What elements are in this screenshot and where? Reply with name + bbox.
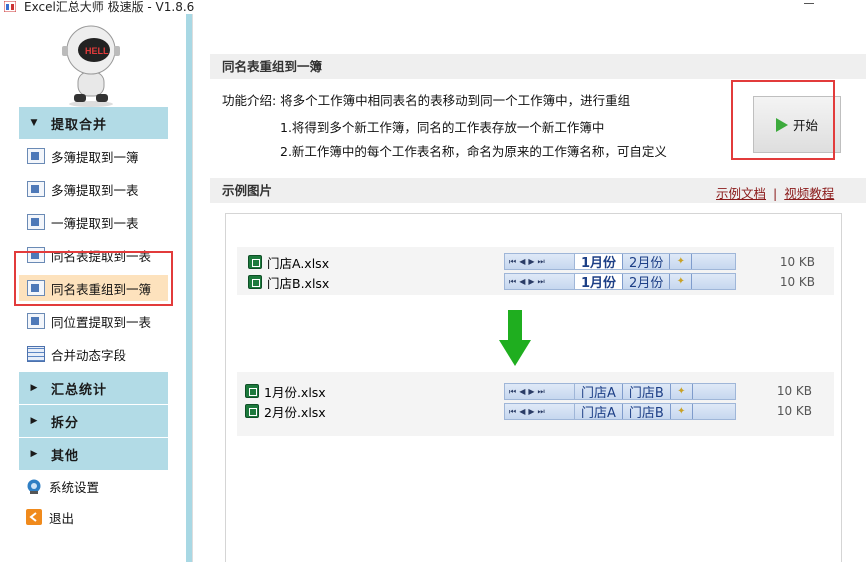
file-size: 10 KB xyxy=(779,275,815,289)
highlight-frame-start xyxy=(731,80,835,160)
sheet-nav-arrows-icon: ⏮◀▶⏭ xyxy=(505,274,575,289)
section-extract-merge[interactable]: ▼ 提取合并 xyxy=(19,107,168,139)
sheet-tabs-bar: ⏮◀▶⏭ 门店A 门店B ✦ xyxy=(504,403,736,421)
triangle-down-icon: ▼ xyxy=(30,118,38,128)
sheet-nav-arrows-icon: ⏮◀▶⏭ xyxy=(505,404,575,419)
new-sheet-icon: ✦ xyxy=(670,254,693,269)
triangle-right-icon: ▶ xyxy=(30,416,38,426)
workbook-icon xyxy=(27,313,45,329)
minimize-button[interactable] xyxy=(804,3,814,4)
file-size: 10 KB xyxy=(776,404,812,418)
app-window: Excel汇总大师 极速版 - V1.8.6 HELL ▼ 提取合并 多簿提取到… xyxy=(0,0,866,562)
triangle-right-icon: ▶ xyxy=(30,449,38,459)
sidebar-item-one-book-to-sheet[interactable]: 一簿提取到一表 xyxy=(19,209,168,235)
feature-title: 同名表重组到一簿 xyxy=(210,54,866,79)
sheet-tab: 2月份 xyxy=(623,254,671,271)
robot-mascot-logo: HELL xyxy=(62,25,120,107)
example-doc-link[interactable]: 示例文档 xyxy=(716,186,766,201)
excel-file-icon xyxy=(245,384,259,398)
settings-globe-icon xyxy=(27,479,41,494)
sidebar-item-same-position-to-sheet[interactable]: 同位置提取到一表 xyxy=(19,308,168,334)
sheet-tabs-bar: ⏮◀▶⏭ 1月份 2月份 ✦ xyxy=(504,273,736,291)
video-tutorial-link[interactable]: 视频教程 xyxy=(784,186,834,201)
table-grid-icon xyxy=(27,346,45,362)
help-links: 示例文档 | 视频教程 xyxy=(716,186,835,201)
sheet-tab: 1月份 xyxy=(575,274,624,291)
workbook-icon xyxy=(27,148,45,164)
sheet-tabs-bar: ⏮◀▶⏭ 1月份 2月份 ✦ xyxy=(504,253,736,271)
sheet-nav-arrows-icon: ⏮◀▶⏭ xyxy=(505,254,575,269)
feature-step-2: 2.新工作簿中的每个工作表名称，命名为原来的工作簿名称，可自定义 xyxy=(280,144,667,159)
feature-intro: 功能介绍: 将多个工作簿中相同表名的表移动到同一个工作簿中，进行重组 xyxy=(222,93,631,108)
list-item-file: 2月份.xlsx xyxy=(245,401,326,421)
triangle-right-icon: ▶ xyxy=(30,383,38,393)
workbook-icon xyxy=(27,214,45,230)
sidebar-item-multi-books-to-sheet[interactable]: 多簿提取到一表 xyxy=(19,176,168,202)
excel-file-icon xyxy=(248,255,262,269)
window-title: Excel汇总大师 极速版 - V1.8.6 xyxy=(24,0,195,14)
sheet-tabs-bar: ⏮◀▶⏭ 门店A 门店B ✦ xyxy=(504,383,736,401)
highlight-frame-active-item xyxy=(14,251,173,306)
sheet-tab: 门店A xyxy=(575,404,623,421)
section-summary-stats[interactable]: ▶ 汇总统计 xyxy=(19,372,168,404)
sheet-tab: 门店B xyxy=(623,404,671,421)
main-divider xyxy=(192,14,193,562)
list-item-file: 1月份.xlsx xyxy=(245,381,326,401)
app-icon xyxy=(4,1,16,12)
sidebar-item-merge-dynamic-fields[interactable]: 合并动态字段 xyxy=(19,341,168,367)
title-bar: Excel汇总大师 极速版 - V1.8.6 xyxy=(0,0,866,14)
file-size: 10 KB xyxy=(779,255,815,269)
sheet-tab: 2月份 xyxy=(623,274,671,291)
list-item-file: 门店B.xlsx xyxy=(248,272,329,292)
excel-file-icon xyxy=(248,275,262,289)
workbook-icon xyxy=(27,181,45,197)
sidebar-item-multi-books-to-book[interactable]: 多簿提取到一簿 xyxy=(19,143,168,169)
arrow-down-icon xyxy=(499,310,531,366)
list-item-file: 门店A.xlsx xyxy=(248,252,329,272)
new-sheet-icon: ✦ xyxy=(670,274,693,289)
exit-icon xyxy=(26,509,42,525)
new-sheet-icon: ✦ xyxy=(671,404,693,419)
file-size: 10 KB xyxy=(776,384,812,398)
section-other[interactable]: ▶ 其他 xyxy=(19,438,168,470)
sheet-nav-arrows-icon: ⏮◀▶⏭ xyxy=(505,384,575,399)
sheet-tab: 门店B xyxy=(623,384,671,401)
excel-file-icon xyxy=(245,404,259,418)
sidebar-item-settings[interactable]: 系统设置 xyxy=(19,473,168,499)
sheet-tab: 1月份 xyxy=(575,254,624,271)
svg-text:HELL: HELL xyxy=(85,46,109,56)
feature-step-1: 1.将得到多个新工作簿，同名的工作表存放一个新工作簿中 xyxy=(280,120,605,135)
new-sheet-icon: ✦ xyxy=(671,384,693,399)
sheet-tab: 门店A xyxy=(575,384,623,401)
section-split[interactable]: ▶ 拆分 xyxy=(19,405,168,437)
sidebar-item-exit[interactable]: 退出 xyxy=(19,504,168,530)
